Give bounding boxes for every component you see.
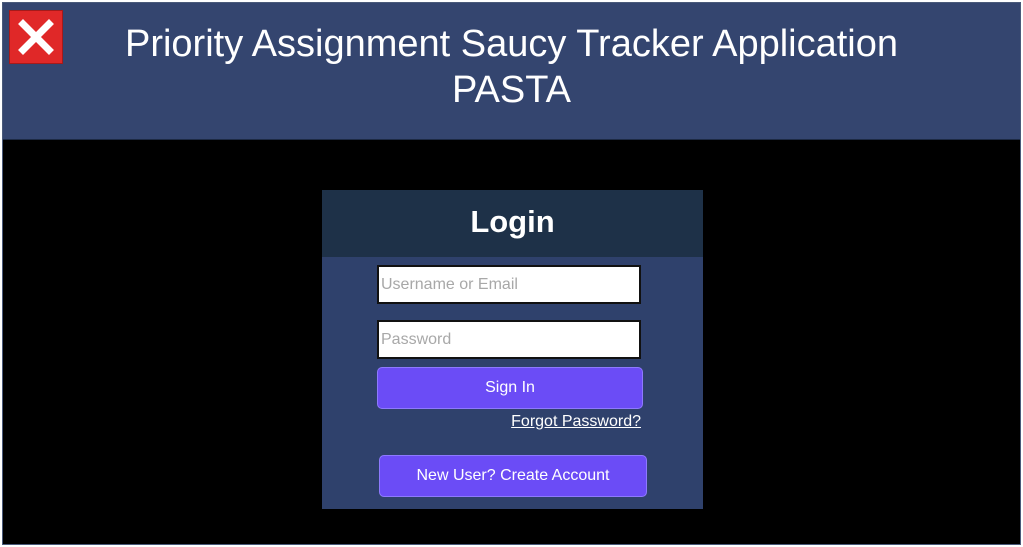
app-title-line2: PASTA — [452, 69, 571, 111]
app-header: Priority Assignment Saucy Tracker Applic… — [3, 3, 1020, 140]
app-window: Priority Assignment Saucy Tracker Applic… — [2, 2, 1021, 545]
login-title: Login — [470, 204, 555, 239]
close-button[interactable] — [9, 10, 63, 64]
sign-in-button[interactable]: Sign In — [377, 367, 643, 409]
login-card-header: Login — [322, 190, 703, 257]
create-account-button[interactable]: New User? Create Account — [379, 455, 647, 497]
close-x-icon — [18, 19, 54, 55]
login-card: Login Sign In Forgot Password? New User?… — [322, 190, 703, 509]
password-input[interactable] — [377, 320, 641, 359]
app-title-line1: Priority Assignment Saucy Tracker Applic… — [124, 23, 898, 65]
username-input[interactable] — [377, 265, 641, 304]
app-title: Priority Assignment Saucy Tracker Applic… — [73, 21, 950, 113]
forgot-password-link[interactable]: Forgot Password? — [511, 413, 641, 431]
